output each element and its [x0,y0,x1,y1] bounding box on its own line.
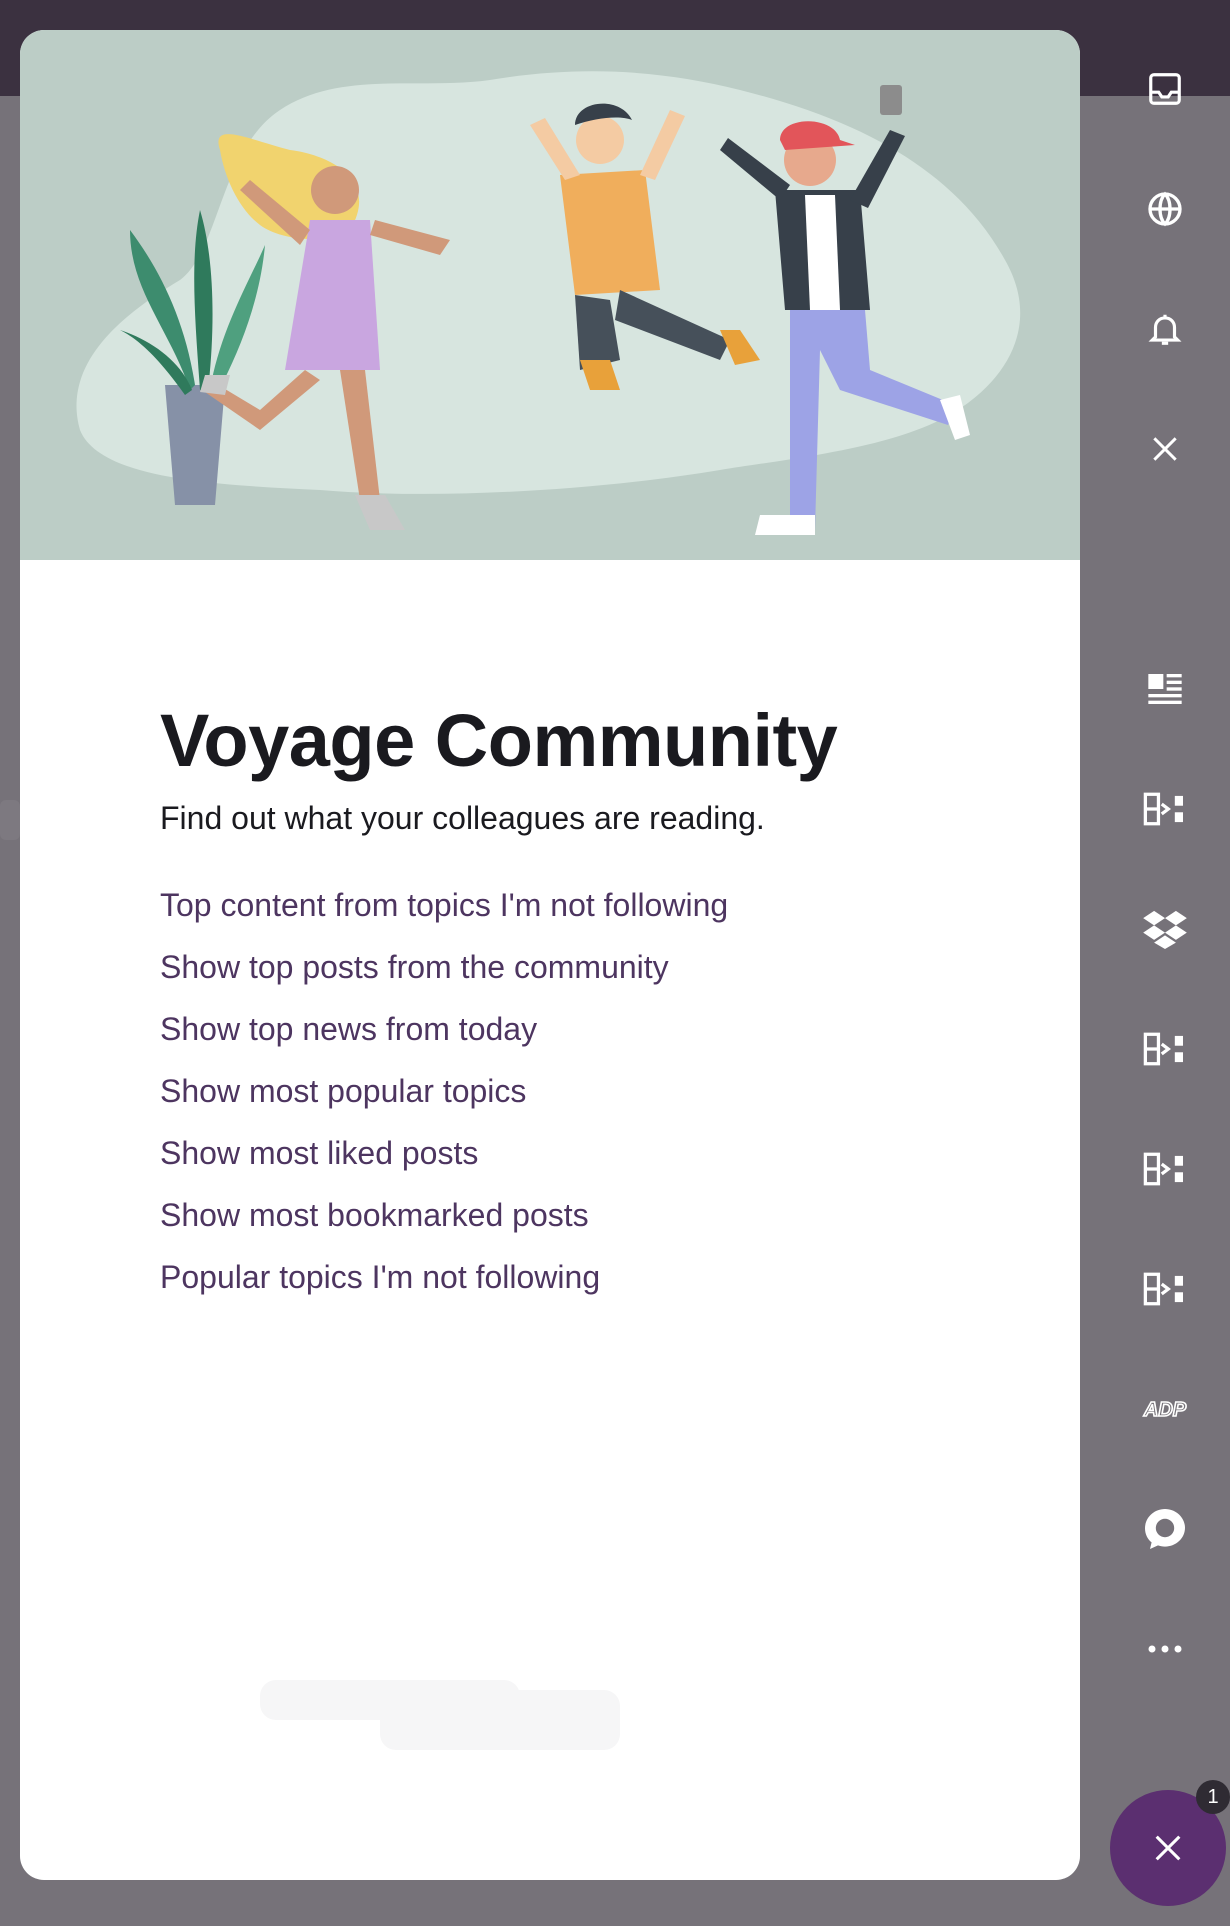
dropbox-icon[interactable] [1141,905,1189,953]
suggestion-link[interactable]: Show most bookmarked posts [160,1197,589,1233]
app-ghost-block [0,800,20,840]
integration-icon[interactable] [1141,1265,1189,1313]
ghost-block [380,1690,620,1750]
suggestion-link[interactable]: Show top posts from the community [160,949,669,985]
suggestion-item: Top content from topics I'm not followin… [160,874,1020,936]
suggestion-link[interactable]: Top content from topics I'm not followin… [160,887,728,923]
more-icon[interactable] [1141,1625,1189,1673]
suggestion-item: Show most bookmarked posts [160,1184,1020,1246]
suggestion-item: Show top posts from the community [160,936,1020,998]
panel-subtitle: Find out what your colleagues are readin… [160,800,765,837]
integration-icon[interactable] [1141,785,1189,833]
feed-list-icon[interactable] [1141,665,1189,713]
integration-icon[interactable] [1141,1025,1189,1073]
panel-title: Voyage Community [160,699,838,782]
celebration-illustration [76,71,1021,535]
svg-text:ADP: ADP [1143,1399,1187,1421]
right-rail: ADP [1090,40,1230,1680]
suggestion-link[interactable]: Show most liked posts [160,1135,478,1171]
globe-icon[interactable] [1141,185,1189,233]
inbox-icon[interactable] [1141,65,1189,113]
community-panel: Voyage Community Find out what your coll… [20,30,1080,1880]
suggestion-item: Show most liked posts [160,1122,1020,1184]
suggestion-link[interactable]: Show most popular topics [160,1073,526,1109]
bell-icon[interactable] [1141,305,1189,353]
suggestion-item: Popular topics I'm not following [160,1246,1020,1308]
suggestion-link[interactable]: Show top news from today [160,1011,537,1047]
adp-icon[interactable]: ADP [1141,1385,1189,1433]
suggestion-link[interactable]: Popular topics I'm not following [160,1259,600,1295]
close-icon[interactable] [1141,425,1189,473]
panel-content: Voyage Community Find out what your coll… [160,700,1020,1308]
notification-badge: 1 [1196,1780,1230,1814]
suggestion-item: Show most popular topics [160,1060,1020,1122]
suggestion-item: Show top news from today [160,998,1020,1060]
integration-icon[interactable] [1141,1145,1189,1193]
hero-illustration [20,30,1080,560]
close-icon [1155,1835,1181,1861]
suggestion-links: Top content from topics I'm not followin… [160,874,1020,1308]
chat-bubble-icon[interactable] [1141,1505,1189,1553]
